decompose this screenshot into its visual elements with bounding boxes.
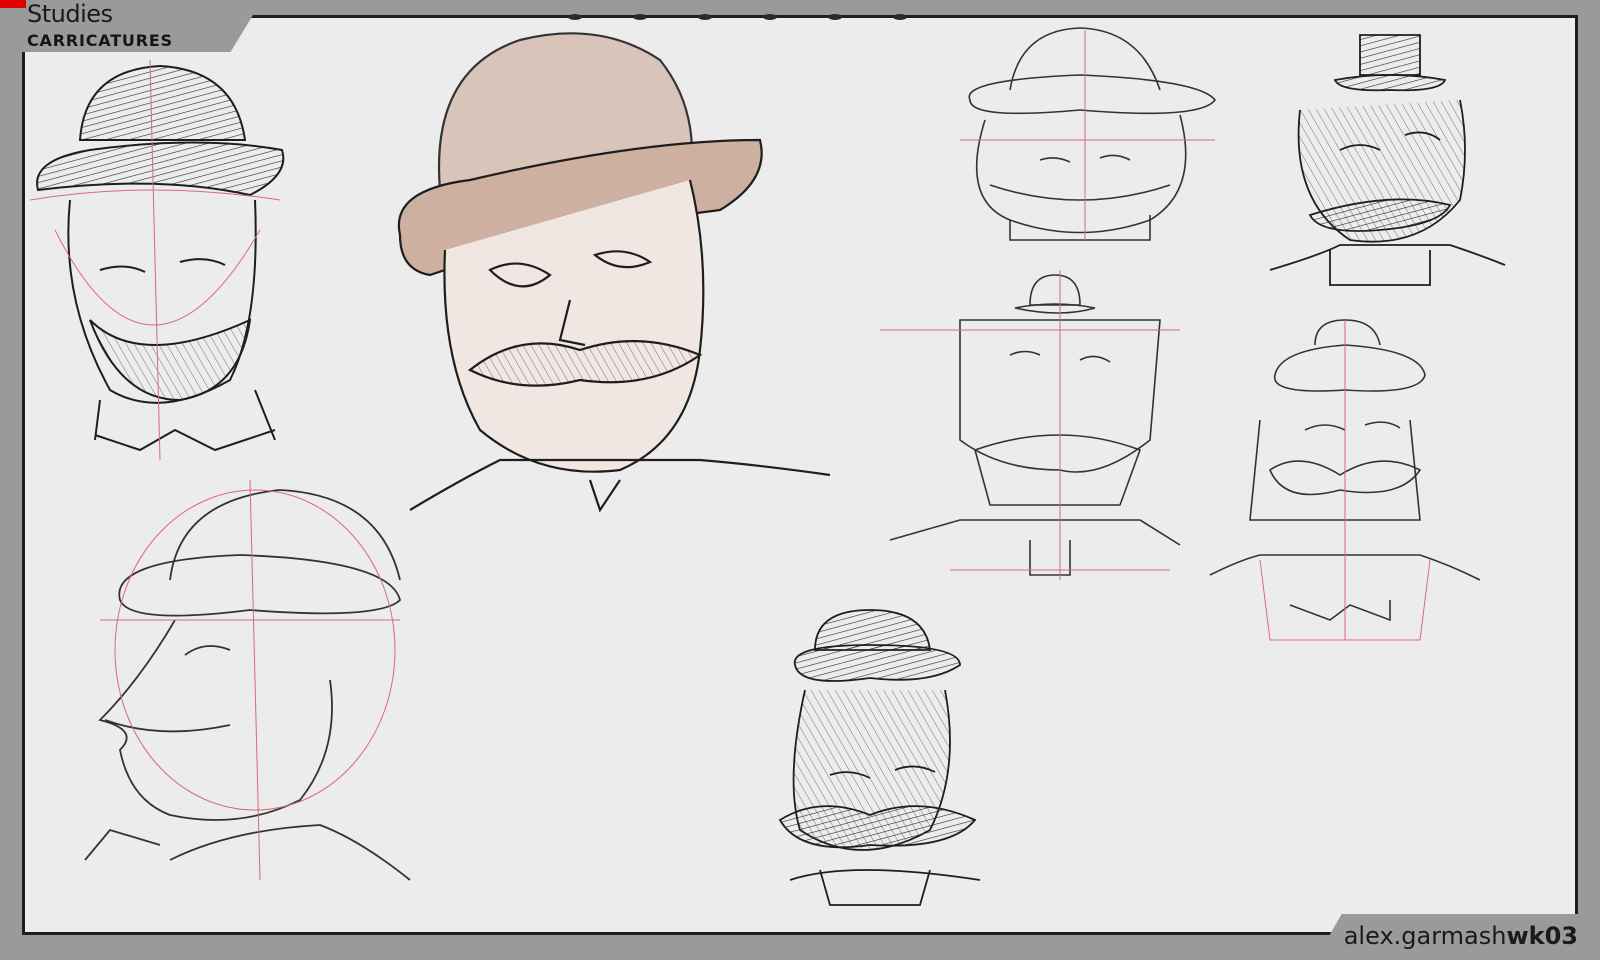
sketch-top-hat-mustache-man: [397, 32, 831, 513]
sketch-profile-smiling-man: [84, 479, 411, 881]
author-name: alex.garmash: [1343, 922, 1507, 950]
red-marker: [0, 0, 26, 8]
page-subtitle: CARRICATURES: [27, 31, 173, 50]
binding-rings: [568, 14, 907, 20]
sketch-bowler-hat-squint-man: [778, 609, 981, 906]
sketch-tiny-top-hat-man: [1269, 34, 1506, 286]
sketch-layer: [29, 14, 1506, 906]
sketch-square-head-tiny-bowler: [880, 270, 1181, 580]
sketch-bowler-hat-bearded-man: [29, 59, 285, 461]
sketch-round-hat-mustache-man: [1209, 319, 1481, 641]
week-label: wk03: [1506, 922, 1578, 950]
signature: alex.garmashwk03: [1344, 922, 1578, 950]
sketch-small-hat-outline-man: [960, 27, 1217, 241]
page-title: Studies: [27, 0, 113, 28]
